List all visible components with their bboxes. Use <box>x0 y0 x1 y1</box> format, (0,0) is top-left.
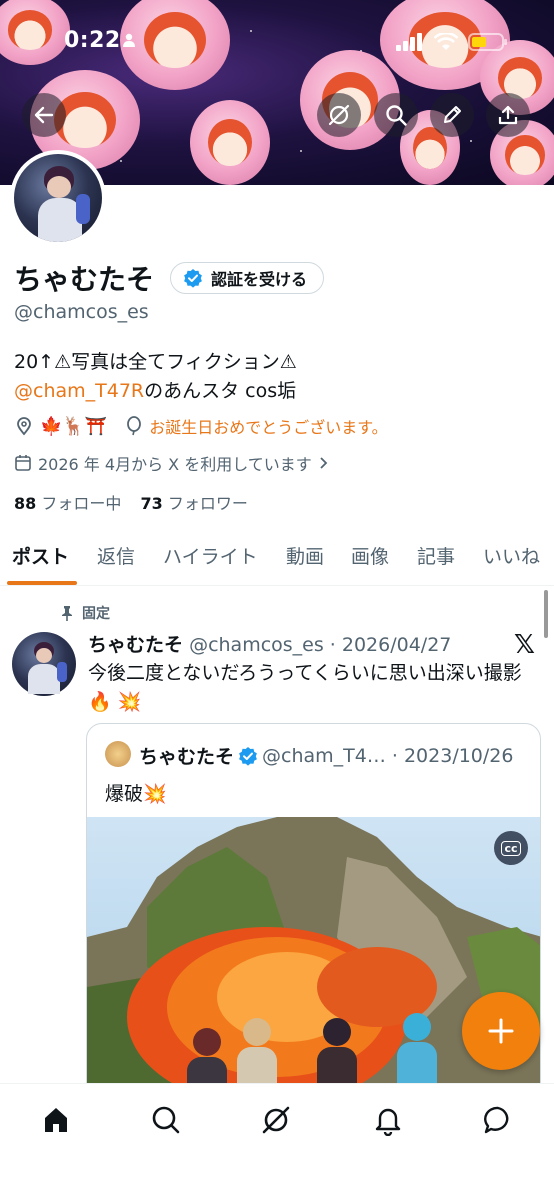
share-button[interactable] <box>486 93 530 137</box>
bio-line-2-text: のあんスタ cos垢 <box>144 380 297 402</box>
video-thumbnail <box>87 817 540 1122</box>
quoted-post-header: ちゃむたそ @cham_T4… · 2023/10/26 <box>139 742 513 769</box>
status-icons <box>396 32 508 52</box>
followers-link[interactable]: 73 フォロワー <box>140 494 247 513</box>
calendar-icon <box>15 455 31 471</box>
bio-line-2: @cham_T47Rのあんスタ cos垢 <box>14 376 296 403</box>
following-count: 88 <box>14 494 37 513</box>
x-logo-icon: 𝕏 <box>514 630 535 660</box>
quoted-handle-date: @cham_T4… · 2023/10/26 <box>262 744 514 767</box>
post-header: ちゃむたそ @chamcos_es · 2026/04/27 <box>88 630 451 657</box>
nav-home[interactable] <box>36 1100 76 1140</box>
nav-messages[interactable] <box>478 1100 518 1140</box>
joined-date-text: 2026 年 4月から X を利用しています <box>38 455 312 474</box>
signal-icon <box>396 33 422 51</box>
quoted-post[interactable]: ちゃむたそ @cham_T4… · 2023/10/26 爆破💥 cc <box>86 723 541 1123</box>
profile-handle: @chamcos_es <box>14 301 149 323</box>
status-time: 0:22 <box>64 28 121 53</box>
grok-icon <box>262 1106 290 1134</box>
following-label: フォロー中 <box>41 494 122 513</box>
post-handle-date: @chamcos_es · 2026/04/27 <box>189 634 452 656</box>
message-icon <box>484 1106 509 1134</box>
captions-button[interactable]: cc <box>494 831 528 865</box>
quoted-post-text: 爆破💥 <box>105 783 167 805</box>
tab-likes[interactable]: いいね <box>483 542 540 569</box>
quoted-video[interactable]: cc <box>87 817 540 1122</box>
search-icon <box>152 1106 180 1134</box>
get-verified-button[interactable]: 認証を受ける <box>170 262 325 294</box>
birthday-link[interactable]: お誕生日おめでとうございます。 <box>149 414 387 438</box>
home-icon <box>45 1108 67 1132</box>
quoted-author-name: ちゃむたそ <box>139 746 235 768</box>
followers-label: フォロワー <box>167 494 248 513</box>
pencil-icon <box>444 106 461 123</box>
search-icon <box>386 105 407 126</box>
active-tab-indicator <box>7 581 77 585</box>
search-button[interactable] <box>374 93 418 137</box>
verified-badge-icon <box>239 746 257 766</box>
grok-icon <box>328 104 350 126</box>
person-icon <box>123 33 135 47</box>
back-button[interactable] <box>22 93 66 137</box>
tab-articles[interactable]: 記事 <box>417 542 455 569</box>
bottom-navigation <box>0 1083 554 1200</box>
following-link[interactable]: 88 フォロー中 <box>14 494 121 513</box>
nav-search[interactable] <box>146 1100 186 1140</box>
bell-icon <box>375 1108 401 1136</box>
tab-replies[interactable]: 返信 <box>97 542 135 569</box>
post-author-avatar[interactable] <box>12 632 76 696</box>
tab-posts[interactable]: ポスト <box>12 542 69 569</box>
share-icon <box>498 105 518 125</box>
captions-icon: cc <box>501 840 521 856</box>
pinned-label: 固定 <box>82 606 110 622</box>
follow-stats: 88 フォロー中 73 フォロワー <box>14 490 248 514</box>
quoted-author-avatar <box>105 741 131 767</box>
get-verified-label: 認証を受ける <box>211 270 308 289</box>
nav-grok[interactable] <box>256 1100 296 1140</box>
location-pin-icon <box>17 417 31 436</box>
wifi-icon <box>434 33 458 50</box>
pin-icon <box>62 606 72 621</box>
arrow-left-icon <box>34 106 54 124</box>
chevron-right-icon <box>320 457 328 469</box>
balloon-icon <box>127 416 142 436</box>
location-text: 🍁🦌⛩️ <box>40 415 108 437</box>
tab-highlights[interactable]: ハイライト <box>163 542 258 569</box>
scrollbar-thumb[interactable] <box>544 590 548 638</box>
verified-badge-icon <box>184 269 202 288</box>
status-bar: 0:22 <box>0 0 554 80</box>
battery-icon <box>468 33 507 51</box>
plus-icon <box>488 1018 514 1044</box>
pinned-label-row: 固定 <box>60 603 110 623</box>
bio-mention-link[interactable]: @cham_T47R <box>14 380 144 402</box>
edit-button[interactable] <box>430 93 474 137</box>
profile-name: ちゃむたそ <box>14 263 155 296</box>
grok-button[interactable] <box>317 93 361 137</box>
followers-count: 73 <box>140 494 163 513</box>
tab-photos[interactable]: 画像 <box>351 542 389 569</box>
joined-date-row[interactable]: 2026 年 4月から X を利用しています <box>14 451 330 475</box>
nav-notifications[interactable] <box>368 1100 408 1140</box>
profile-meta: 🍁🦌⛩️ お誕生日おめでとうございます。 <box>14 414 388 438</box>
compose-post-button[interactable] <box>462 992 540 1070</box>
post-author-name[interactable]: ちゃむたそ <box>88 634 183 656</box>
profile-tabs: ポスト 返信 ハイライト 動画 画像 記事 いいね <box>0 530 554 586</box>
profile-avatar[interactable] <box>10 150 106 246</box>
post-text: 今後二度とないだろうってくらいに思い出深い撮影🔥 💥 <box>88 662 522 713</box>
bio-line-1: 20↑⚠写真は全てフィクション⚠ <box>14 351 297 373</box>
tab-videos[interactable]: 動画 <box>286 542 324 569</box>
